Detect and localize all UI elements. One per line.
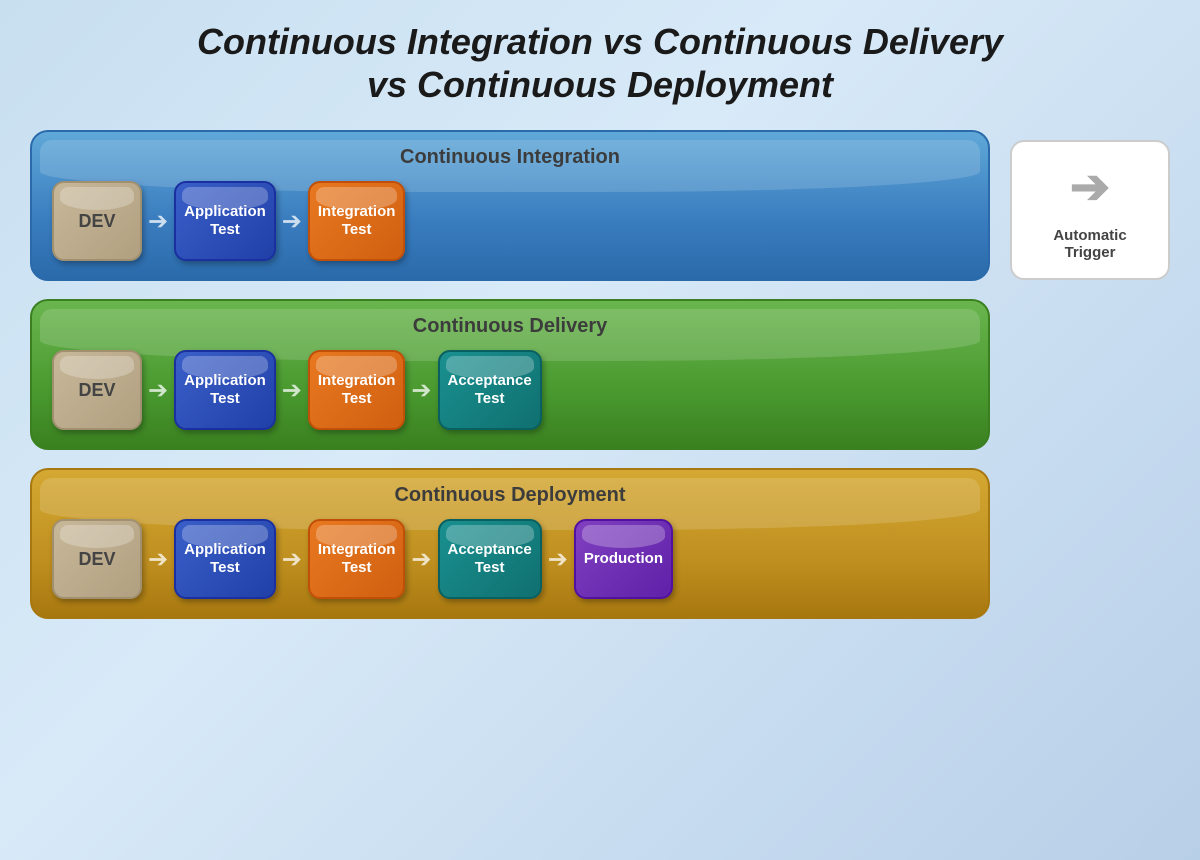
cdeploy-stage-acctest: AcceptanceTest — [438, 519, 542, 599]
cdeploy-title: Continuous Deployment — [52, 484, 968, 507]
cd-stage-apptest: ApplicationTest — [174, 350, 276, 430]
cdeploy-stage-dev: DEV — [52, 519, 142, 599]
content-area: Continuous Integration DEV ➔ Application… — [30, 130, 1170, 619]
cd-pipeline-box: Continuous Delivery DEV ➔ ApplicationTes… — [30, 299, 990, 450]
cd-stage-inttest: IntegrationTest — [308, 350, 406, 430]
cdeploy-stage-inttest: IntegrationTest — [308, 519, 406, 599]
cd-arrow-1: ➔ — [148, 376, 168, 405]
ci-title: Continuous Integration — [52, 146, 968, 169]
trigger-label: Automatic Trigger — [1028, 227, 1152, 261]
cdeploy-stage-production: Production — [574, 519, 673, 599]
automatic-trigger-box: ➔ Automatic Trigger — [1010, 140, 1170, 280]
cdeploy-arrow-4: ➔ — [548, 545, 568, 574]
ci-stage-apptest: ApplicationTest — [174, 181, 276, 261]
page-title: Continuous Integration vs Continuous Del… — [197, 20, 1003, 106]
cd-stage-acctest: AcceptanceTest — [438, 350, 542, 430]
ci-arrow-2: ➔ — [282, 207, 302, 236]
cdeploy-arrow-2: ➔ — [282, 545, 302, 574]
cd-title: Continuous Delivery — [52, 315, 968, 338]
cd-stage-dev: DEV — [52, 350, 142, 430]
cdeploy-pipeline-box: Continuous Deployment DEV ➔ ApplicationT… — [30, 468, 990, 619]
cdeploy-arrow-3: ➔ — [411, 545, 431, 574]
cdeploy-arrow-1: ➔ — [148, 545, 168, 574]
ci-stage-dev: DEV — [52, 181, 142, 261]
ci-pipeline-box: Continuous Integration DEV ➔ Application… — [30, 130, 990, 281]
ci-arrow-1: ➔ — [148, 207, 168, 236]
trigger-arrow-icon: ➔ — [1070, 159, 1110, 215]
diagrams-column: Continuous Integration DEV ➔ Application… — [30, 130, 990, 619]
cdeploy-stage-apptest: ApplicationTest — [174, 519, 276, 599]
cdeploy-flow: DEV ➔ ApplicationTest ➔ IntegrationTest … — [52, 519, 968, 599]
cd-flow: DEV ➔ ApplicationTest ➔ IntegrationTest … — [52, 350, 968, 430]
ci-stage-inttest: IntegrationTest — [308, 181, 406, 261]
cd-arrow-3: ➔ — [411, 376, 431, 405]
ci-flow: DEV ➔ ApplicationTest ➔ IntegrationTest — [52, 181, 968, 261]
cd-arrow-2: ➔ — [282, 376, 302, 405]
